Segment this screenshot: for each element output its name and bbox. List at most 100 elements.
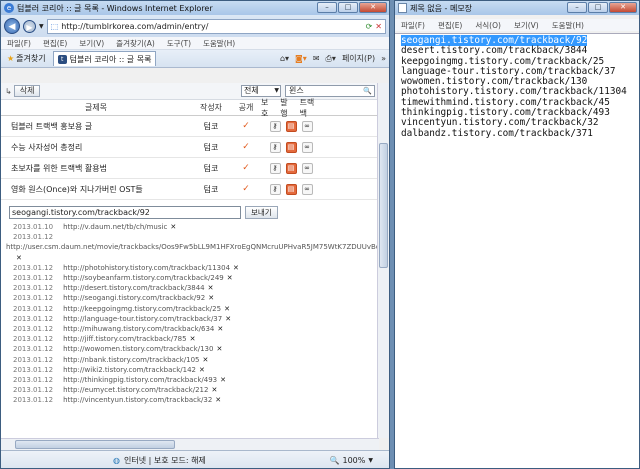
notepad-text-area[interactable]: seogangi.tistory.com/trackback/92 desert… bbox=[395, 33, 639, 468]
trackback-url[interactable]: http://jiff.tistory.com/trackback/785 bbox=[63, 335, 186, 343]
trackback-url[interactable]: http://desert.tistory.com/trackback/3844 bbox=[63, 284, 205, 292]
publish-icon[interactable]: ▤ bbox=[285, 120, 297, 132]
delete-button[interactable]: 삭제 bbox=[13, 85, 41, 97]
publish-icon[interactable]: ▤ bbox=[285, 183, 297, 195]
np-menu-help[interactable]: 도움말(H) bbox=[552, 20, 584, 31]
delete-trackback-icon[interactable]: ✕ bbox=[211, 386, 217, 394]
delete-trackback-icon[interactable]: ✕ bbox=[225, 315, 231, 323]
link-icon[interactable]: ∞ bbox=[301, 183, 313, 195]
tab-current[interactable]: t 텀블러 코리아 :: 글 목록 bbox=[52, 51, 157, 66]
menu-favorites[interactable]: 즐겨찾기(A) bbox=[116, 38, 155, 49]
public-check-icon[interactable]: ✓ bbox=[231, 163, 261, 173]
category-select[interactable]: 전체 bbox=[241, 85, 281, 97]
send-button[interactable]: 보내기 bbox=[245, 206, 278, 219]
menu-view[interactable]: 보기(V) bbox=[79, 38, 104, 49]
delete-trackback-icon[interactable]: ✕ bbox=[216, 345, 222, 353]
horizontal-scrollbar[interactable] bbox=[1, 438, 379, 450]
np-menu-file[interactable]: 파일(F) bbox=[401, 20, 425, 31]
delete-trackback-icon[interactable]: ✕ bbox=[190, 335, 196, 343]
link-icon[interactable]: ∞ bbox=[301, 141, 313, 153]
post-title[interactable]: 수능 사자성어 총정리 bbox=[1, 142, 191, 153]
public-check-icon[interactable]: ✓ bbox=[231, 142, 261, 152]
trackback-url[interactable]: http://wowomen.tistory.com/trackback/130 bbox=[63, 345, 213, 353]
post-title[interactable]: 초보자를 위한 트랙백 활용법 bbox=[1, 163, 191, 174]
delete-trackback-icon[interactable]: ✕ bbox=[224, 305, 230, 313]
table-row[interactable]: 초보자를 위한 트랙백 활용법 텀코 ✓ ⚷ ▤ ∞ bbox=[1, 158, 379, 179]
table-row[interactable]: 영화 원스(Once)와 지나가버린 OST들 텀코 ✓ ⚷ ▤ ∞ bbox=[1, 179, 379, 200]
address-field[interactable]: ⬚ http://tumblrkorea.com/admin/entry/ ⟳ … bbox=[46, 18, 386, 34]
forward-button[interactable]: ▶ bbox=[23, 19, 36, 33]
table-row[interactable]: 수능 사자성어 총정리 텀코 ✓ ⚷ ▤ ∞ bbox=[1, 137, 379, 158]
hscroll-thumb[interactable] bbox=[15, 440, 175, 449]
vertical-scrollbar[interactable] bbox=[377, 83, 389, 438]
trackback-url[interactable]: http://wiki2.tistory.com/trackback/142 bbox=[63, 366, 196, 374]
favorites-button[interactable]: ★ 즐겨찾기 bbox=[4, 53, 49, 64]
ie-title-bar[interactable]: e 텀블러 코리아 :: 글 목록 - Windows Internet Exp… bbox=[1, 1, 389, 15]
link-icon[interactable]: ∞ bbox=[301, 120, 313, 132]
trackback-url[interactable]: http://language-tour.tistory.com/trackba… bbox=[63, 315, 222, 323]
back-button[interactable]: ◀ bbox=[4, 18, 20, 34]
search-input[interactable]: 윈스 bbox=[285, 85, 375, 97]
np-menu-format[interactable]: 서식(O) bbox=[475, 20, 501, 31]
notepad-minimize-button[interactable]: – bbox=[567, 2, 587, 13]
delete-trackback-icon[interactable]: ✕ bbox=[199, 366, 205, 374]
trackback-url[interactable]: http://soybeanfarm.tistory.com/trackback… bbox=[63, 274, 224, 282]
key-icon[interactable]: ⚷ bbox=[269, 120, 281, 132]
delete-trackback-icon[interactable]: ✕ bbox=[217, 325, 223, 333]
notepad-title-bar[interactable]: 제목 없음 - 메모장 – □ ✕ bbox=[395, 1, 639, 15]
key-icon[interactable]: ⚷ bbox=[269, 183, 281, 195]
print-icon[interactable]: ⎙▾ bbox=[326, 54, 336, 64]
trackback-url[interactable]: http://v.daum.net/tb/ch/music bbox=[63, 223, 167, 231]
publish-icon[interactable]: ▤ bbox=[285, 162, 297, 174]
delete-trackback-icon[interactable]: ✕ bbox=[233, 264, 239, 272]
delete-trackback-icon[interactable]: ✕ bbox=[170, 223, 176, 231]
zoom-control[interactable]: 🔍 100% ▼ bbox=[330, 456, 373, 465]
trackback-url[interactable]: http://seogangi.tistory.com/trackback/92 bbox=[63, 294, 205, 302]
delete-trackback-icon[interactable]: ✕ bbox=[16, 254, 22, 262]
post-title[interactable]: 영화 원스(Once)와 지나가버린 OST들 bbox=[1, 184, 191, 195]
delete-trackback-icon[interactable]: ✕ bbox=[220, 376, 226, 384]
delete-trackback-icon[interactable]: ✕ bbox=[227, 274, 233, 282]
np-menu-edit[interactable]: 편집(E) bbox=[438, 20, 462, 31]
trackback-url[interactable]: http://thinkingpig.tistory.com/trackback… bbox=[63, 376, 217, 384]
delete-trackback-icon[interactable]: ✕ bbox=[215, 396, 221, 404]
public-check-icon[interactable]: ✓ bbox=[231, 121, 261, 131]
page-menu-button[interactable]: 페이지(P) bbox=[342, 53, 375, 64]
refresh-icon[interactable]: ⟳ bbox=[366, 22, 373, 31]
trackback-url[interactable]: http://nbank.tistory.com/trackback/105 bbox=[63, 356, 199, 364]
publish-icon[interactable]: ▤ bbox=[285, 141, 297, 153]
trackback-url[interactable]: http://mihuwang.tistory.com/trackback/63… bbox=[63, 325, 214, 333]
post-title[interactable]: 텀블러 트랙백 홍보용 글 bbox=[1, 121, 191, 132]
nav-dropdown-icon[interactable]: ▼ bbox=[39, 23, 44, 30]
notepad-close-button[interactable]: ✕ bbox=[609, 2, 637, 13]
security-zone[interactable]: ◍ 인터넷 | 보호 모드: 해제 bbox=[113, 455, 206, 466]
menu-file[interactable]: 파일(F) bbox=[7, 38, 31, 49]
public-check-icon[interactable]: ✓ bbox=[231, 184, 261, 194]
trackback-url[interactable]: http://eumycet.tistory.com/trackback/212 bbox=[63, 386, 208, 394]
link-icon[interactable]: ∞ bbox=[301, 162, 313, 174]
delete-trackback-icon[interactable]: ✕ bbox=[203, 356, 209, 364]
scroll-thumb[interactable] bbox=[379, 143, 388, 268]
close-button[interactable]: ✕ bbox=[359, 2, 387, 13]
maximize-button[interactable]: □ bbox=[338, 2, 358, 13]
mail-icon[interactable]: ✉ bbox=[313, 54, 320, 63]
table-row[interactable]: 텀블러 트랙백 홍보용 글 텀코 ✓ ⚷ ▤ ∞ bbox=[1, 116, 379, 137]
menu-tools[interactable]: 도구(T) bbox=[167, 38, 191, 49]
delete-trackback-icon[interactable]: ✕ bbox=[208, 294, 214, 302]
notepad-maximize-button[interactable]: □ bbox=[588, 2, 608, 13]
trackback-url[interactable]: http://user.csm.daum.net/movie/trackback… bbox=[6, 243, 379, 251]
trackback-url[interactable]: http://keepgoingmg.tistory.com/trackback… bbox=[63, 305, 221, 313]
home-icon[interactable]: ⌂▾ bbox=[280, 54, 289, 63]
menu-edit[interactable]: 편집(E) bbox=[43, 38, 67, 49]
key-icon[interactable]: ⚷ bbox=[269, 162, 281, 174]
menu-help[interactable]: 도움말(H) bbox=[203, 38, 235, 49]
delete-trackback-icon[interactable]: ✕ bbox=[208, 284, 214, 292]
key-icon[interactable]: ⚷ bbox=[269, 141, 281, 153]
stop-icon[interactable]: ✕ bbox=[375, 22, 382, 31]
feeds-icon[interactable]: ◙▾ bbox=[295, 54, 307, 63]
trackback-url[interactable]: http://vincentyun.tistory.com/trackback/… bbox=[63, 396, 212, 404]
trackback-url[interactable]: http://photohistory.tistory.com/trackbac… bbox=[63, 264, 230, 272]
np-menu-view[interactable]: 보기(V) bbox=[514, 20, 539, 31]
minimize-button[interactable]: – bbox=[317, 2, 337, 13]
trackback-url-input[interactable]: seogangi.tistory.com/trackback/92 bbox=[9, 206, 241, 219]
